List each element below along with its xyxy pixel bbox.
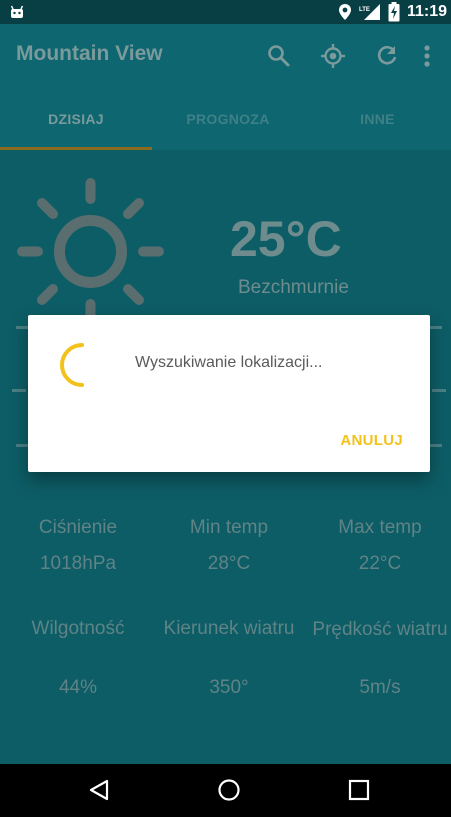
tab-prognoza[interactable]: PROGNOZA xyxy=(152,88,304,150)
weather-description: Bezchmurnie xyxy=(238,277,349,298)
divider-right-3 xyxy=(428,444,442,447)
location-icon xyxy=(338,4,351,20)
current-temperature: 25°C xyxy=(230,211,342,267)
pressure-value: 1018hPa xyxy=(39,553,117,574)
tab-inne[interactable]: INNE xyxy=(304,88,451,150)
max-temp-label: Max temp xyxy=(338,517,422,538)
dialog-message: Wyszukiwanie lokalizacji... xyxy=(135,354,323,371)
wind-direction-label: Kierunek wiatru xyxy=(163,618,295,639)
status-time: 11:19 xyxy=(406,3,447,20)
svg-text:LTE: LTE xyxy=(359,7,370,13)
wind-speed-label: Prędkość wiatru xyxy=(312,619,448,640)
wind-speed-value: 5m/s xyxy=(359,677,401,698)
tab-dzisiaj[interactable]: DZISIAJ xyxy=(0,88,152,150)
app-title: Mountain View xyxy=(16,42,163,65)
divider-left-2 xyxy=(12,389,26,392)
tab-bar: DZISIAJ PROGNOZA INNE xyxy=(0,88,451,150)
min-temp-value: 28°C xyxy=(207,553,251,574)
refresh-icon[interactable] xyxy=(374,43,400,69)
cancel-button[interactable]: ANULUJ xyxy=(340,432,403,449)
divider-right-2 xyxy=(432,389,446,392)
humidity-label: Wilgotność xyxy=(31,618,125,639)
search-icon[interactable] xyxy=(266,43,292,69)
home-icon[interactable] xyxy=(217,778,241,802)
recents-icon[interactable] xyxy=(347,778,371,802)
wind-direction-value: 350° xyxy=(209,677,249,698)
status-icons: LTE 11:19 xyxy=(338,0,447,24)
battery-charging-icon xyxy=(388,2,400,22)
app-bar: Mountain View xyxy=(0,24,451,88)
lte-signal-icon: LTE xyxy=(359,4,380,20)
sun-weather-icon xyxy=(17,178,164,325)
humidity-value: 44% xyxy=(58,677,98,698)
back-icon[interactable] xyxy=(87,778,111,802)
my-location-icon[interactable] xyxy=(320,43,346,69)
more-vert-icon[interactable] xyxy=(422,43,432,69)
android-icon xyxy=(10,5,24,18)
max-temp-value: 22°C xyxy=(358,553,402,574)
pressure-label: Ciśnienie xyxy=(38,517,118,538)
status-bar: LTE 11:19 xyxy=(0,0,451,24)
location-search-dialog: Wyszukiwanie lokalizacji... ANULUJ xyxy=(28,315,430,472)
min-temp-label: Min temp xyxy=(189,517,269,538)
navigation-bar xyxy=(0,764,451,817)
divider-right-1 xyxy=(428,326,442,329)
loading-spinner-icon xyxy=(60,343,84,387)
